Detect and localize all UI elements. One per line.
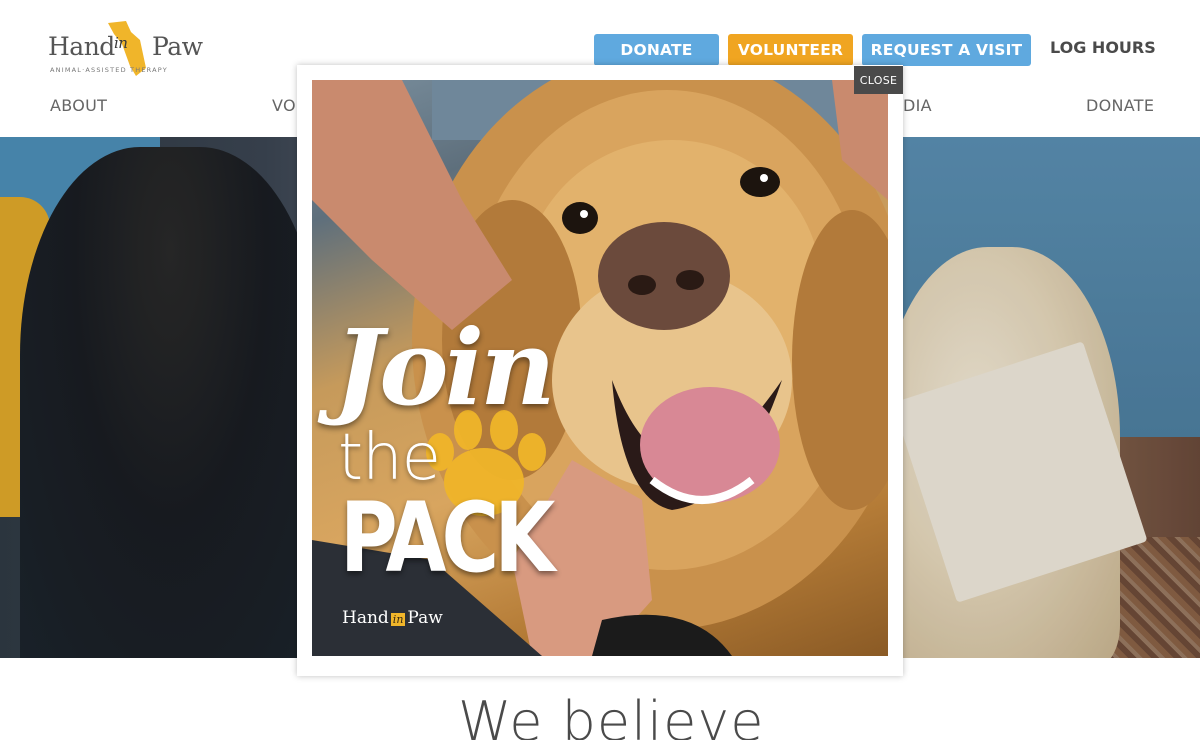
promo-title-the: the	[338, 421, 441, 495]
promo-photo[interactable]: Join the PACK Hand in Paw	[312, 80, 888, 656]
promo-title-pack: PACK	[340, 482, 555, 594]
logo-word-paw: Paw	[152, 32, 203, 61]
nav-media[interactable]: DIA	[903, 96, 932, 115]
donate-button[interactable]: DONATE	[594, 34, 719, 66]
nav-donate[interactable]: DONATE	[1086, 96, 1154, 115]
nav-about[interactable]: ABOUT	[50, 96, 107, 115]
promo-logo: Hand in Paw	[342, 608, 443, 628]
logo-word-in: in	[114, 34, 128, 52]
promo-logo-paw: Paw	[407, 608, 443, 628]
brand-logo[interactable]: Hand in Paw ANIMAL·ASSISTED THERAPY	[48, 20, 208, 78]
volunteer-button[interactable]: VOLUNTEER	[728, 34, 853, 66]
promo-title-join: Join	[334, 306, 556, 429]
log-hours-link[interactable]: LOG HOURS	[1050, 38, 1156, 57]
logo-tagline: ANIMAL·ASSISTED THERAPY	[50, 66, 168, 74]
nav-volunteer[interactable]: VO	[272, 96, 296, 115]
promo-modal: Join the PACK Hand in Paw	[297, 65, 903, 676]
logo-word-hand: Hand	[48, 32, 115, 61]
promo-logo-hand: Hand	[342, 608, 389, 628]
promo-logo-in: in	[390, 613, 406, 626]
intro-heading: We believe	[458, 690, 765, 740]
close-modal-button[interactable]: CLOSE	[854, 66, 903, 94]
request-visit-button[interactable]: REQUEST A VISIT	[862, 34, 1031, 66]
